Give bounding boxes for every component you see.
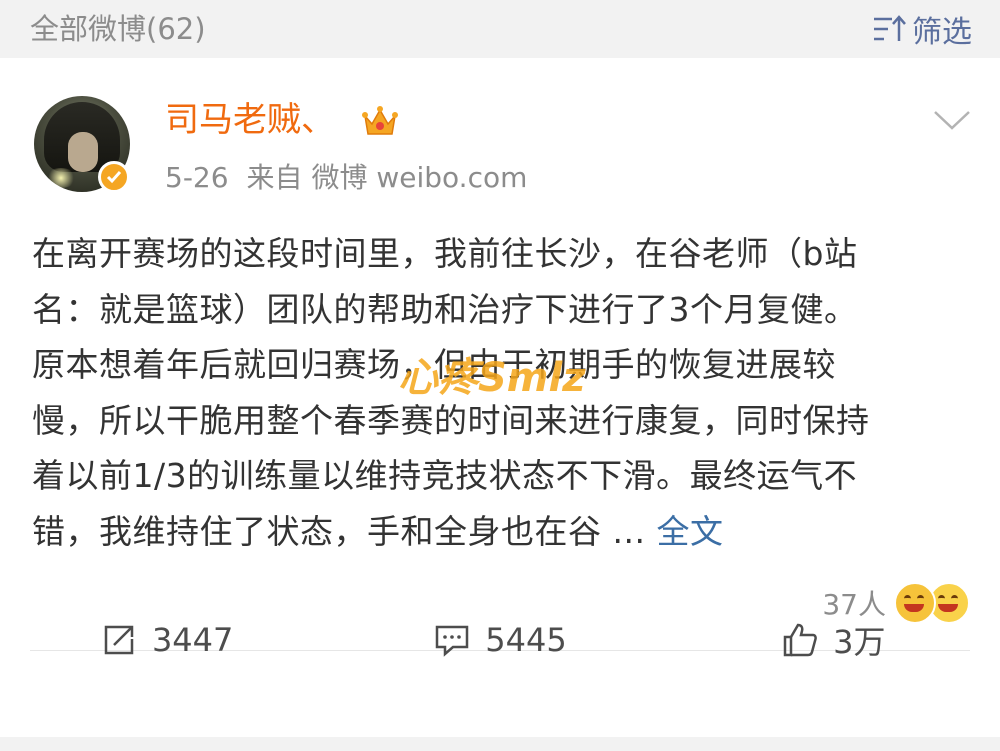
post-line: 错，我维持住了状态，手和全身也在谷 ... xyxy=(32,511,646,551)
watermark: 心疼Smlz xyxy=(398,355,586,401)
feed-count-title: 全部微博(62) xyxy=(30,12,206,46)
repost-count: 3447 xyxy=(151,621,234,659)
dizzy-face-emoji-icon xyxy=(894,582,936,624)
chevron-down-icon[interactable] xyxy=(932,108,972,132)
post-line-last: 错，我维持住了状态，手和全身也在谷 ... 全文 xyxy=(32,504,972,560)
comment-button[interactable]: 5445 xyxy=(333,610,666,670)
like-button[interactable]: 3万 xyxy=(667,610,1000,670)
repost-icon xyxy=(104,625,134,655)
comment-count: 5445 xyxy=(485,621,567,659)
verified-badge-icon xyxy=(98,161,130,193)
repost-button[interactable]: 3447 xyxy=(0,610,333,670)
post-line: 在离开赛场的这段时间里，我前往长沙，在谷老师（b站 xyxy=(32,234,858,273)
post-line: 着以前1/3的训练量以维持竞技状态不下滑。最终运气不 xyxy=(32,456,858,495)
like-count: 3万 xyxy=(833,623,886,661)
post-source: 来自 微博 weibo.com xyxy=(246,161,528,194)
action-bar: 3447 5445 3万 xyxy=(0,610,1000,670)
feed-separator xyxy=(0,737,1000,751)
filter-button[interactable]: 筛选 xyxy=(872,10,972,50)
post-date: 5-26 xyxy=(165,161,229,194)
post-line: 名：就是篮球）团队的帮助和治疗下进行了3个月复健。 xyxy=(32,289,858,329)
crown-icon xyxy=(362,106,398,135)
author-name[interactable]: 司马老贼、 xyxy=(165,98,335,142)
post-meta: 5-26 来自 微博 weibo.com xyxy=(165,160,527,196)
thumbs-up-icon xyxy=(783,623,817,657)
filter-sort-icon xyxy=(874,15,906,41)
filter-label: 筛选 xyxy=(912,15,972,50)
comment-icon xyxy=(436,625,469,657)
feed-header: 全部微博(62) 筛选 xyxy=(0,0,1000,58)
full-text-link[interactable]: 全文 xyxy=(656,512,723,551)
